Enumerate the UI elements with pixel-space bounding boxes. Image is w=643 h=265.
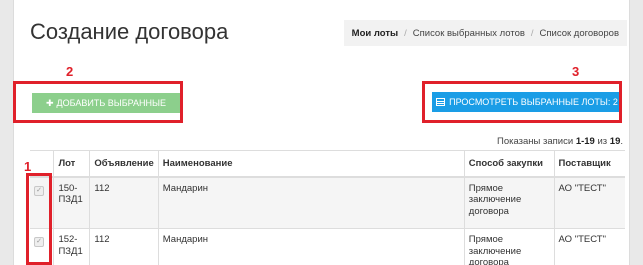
table-row: ✓ 150-ПЗД1 112 Мандарин Прямое заключени… bbox=[30, 176, 625, 229]
breadcrumb-contracts[interactable]: Список договоров bbox=[540, 28, 619, 39]
header-supplier[interactable]: Поставщик bbox=[553, 150, 625, 178]
table-row: ✓ 152-ПЗД1 112 Мандарин Прямое заключени… bbox=[30, 228, 625, 265]
annotation-box-checkboxes bbox=[26, 173, 52, 265]
header-lot[interactable]: Лот bbox=[53, 150, 90, 178]
table-header-row: Лот Объявление Наименование Способ закуп… bbox=[30, 150, 625, 178]
cell-method: Прямое заключение договора bbox=[463, 228, 555, 265]
annotation-number-3: 3 bbox=[572, 64, 580, 79]
lots-table: Лот Объявление Наименование Способ закуп… bbox=[30, 150, 625, 265]
breadcrumb-selected-lots[interactable]: Список выбранных лотов bbox=[413, 28, 525, 39]
breadcrumb-separator: / bbox=[404, 27, 407, 39]
records-summary: Показаны записи 1-19 из 19. bbox=[497, 136, 623, 147]
cell-supplier: АО "ТЕСТ" bbox=[553, 228, 625, 265]
annotation-box-view-button bbox=[422, 81, 622, 123]
records-total: 19 bbox=[609, 136, 621, 147]
page-panel: Создание договора Мои лоты / Список выбр… bbox=[13, 0, 630, 265]
annotation-box-add-button bbox=[13, 81, 183, 123]
breadcrumb: Мои лоты / Список выбранных лотов / Спис… bbox=[343, 20, 627, 46]
header-announcement[interactable]: Объявление bbox=[89, 150, 159, 178]
cell-announcement: 112 bbox=[89, 228, 159, 265]
cell-method: Прямое заключение договора bbox=[463, 176, 555, 229]
records-range: 1-19 bbox=[575, 136, 595, 147]
cell-name: Мандарин bbox=[157, 228, 465, 265]
cell-announcement: 112 bbox=[89, 176, 159, 229]
header-name[interactable]: Наименование bbox=[157, 150, 465, 178]
cell-supplier: АО "ТЕСТ" bbox=[553, 176, 625, 229]
annotation-number-1: 1 bbox=[24, 159, 32, 174]
breadcrumb-separator: / bbox=[530, 27, 534, 39]
cell-lot: 152-ПЗД1 bbox=[53, 228, 90, 265]
records-mid: из bbox=[597, 136, 608, 147]
cell-lot: 150-ПЗД1 bbox=[53, 176, 90, 229]
breadcrumb-my-lots[interactable]: Мои лоты bbox=[352, 28, 398, 39]
cell-name: Мандарин bbox=[157, 176, 465, 229]
annotation-number-2: 2 bbox=[66, 64, 74, 79]
page-title: Создание договора bbox=[30, 19, 229, 44]
records-prefix: Показаны записи bbox=[497, 136, 574, 147]
header-method[interactable]: Способ закупки bbox=[463, 150, 555, 178]
